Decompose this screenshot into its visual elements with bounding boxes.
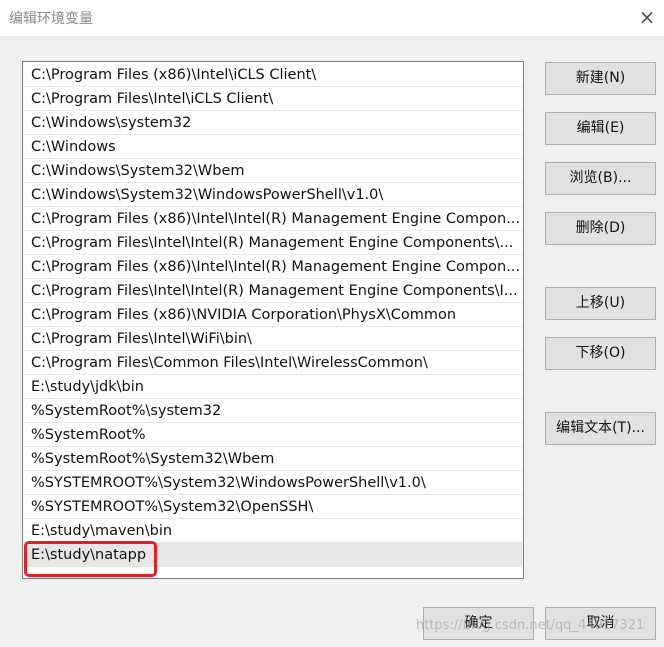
path-list[interactable]: C:\Program Files (x86)\Intel\iCLS Client… xyxy=(22,61,524,579)
path-list-item[interactable]: %SYSTEMROOT%\System32\WindowsPowerShell\… xyxy=(24,471,522,495)
move-up-button[interactable]: 上移(U) xyxy=(545,287,656,320)
path-list-item[interactable]: C:\Program Files\Intel\iCLS Client\ xyxy=(24,87,522,111)
path-list-item[interactable]: C:\Program Files\Intel\Intel(R) Manageme… xyxy=(24,231,522,255)
edit-text-button[interactable]: 编辑文本(T)... xyxy=(545,412,656,445)
browse-button[interactable]: 浏览(B)... xyxy=(545,162,656,195)
path-list-item[interactable]: C:\Program Files\Intel\Intel(R) Manageme… xyxy=(24,279,522,303)
edit-button[interactable]: 编辑(E) xyxy=(545,112,656,145)
path-list-item[interactable]: C:\Program Files\Common Files\Intel\Wire… xyxy=(24,351,522,375)
path-list-item[interactable]: C:\Program Files (x86)\NVIDIA Corporatio… xyxy=(24,303,522,327)
path-list-item[interactable]: E:\study\jdk\bin xyxy=(24,375,522,399)
path-list-item[interactable]: C:\Windows xyxy=(24,135,522,159)
path-list-item[interactable]: C:\Program Files (x86)\Intel\Intel(R) Ma… xyxy=(24,207,522,231)
path-list-item[interactable]: C:\Windows\System32\WindowsPowerShell\v1… xyxy=(24,183,522,207)
path-list-item[interactable]: C:\Windows\system32 xyxy=(24,111,522,135)
path-list-item[interactable]: E:\study\natapp xyxy=(24,543,522,567)
title-bar: 编辑环境变量 × xyxy=(0,0,664,36)
watermark: https://blog.csdn.net/qq_44917321 xyxy=(416,618,645,633)
path-list-item[interactable]: E:\study\maven\bin xyxy=(24,519,522,543)
path-list-item[interactable]: C:\Windows\System32\Wbem xyxy=(24,159,522,183)
delete-button[interactable]: 删除(D) xyxy=(545,212,656,245)
path-list-item[interactable]: %SystemRoot%\system32 xyxy=(24,399,522,423)
path-list-item[interactable]: %SystemRoot%\System32\Wbem xyxy=(24,447,522,471)
path-list-item[interactable]: C:\Program Files (x86)\Intel\iCLS Client… xyxy=(24,63,522,87)
window-title: 编辑环境变量 xyxy=(9,11,93,27)
path-list-item[interactable]: C:\Program Files (x86)\Intel\Intel(R) Ma… xyxy=(24,255,522,279)
new-button[interactable]: 新建(N) xyxy=(545,62,656,95)
close-icon[interactable]: × xyxy=(636,6,658,28)
path-list-item[interactable]: %SystemRoot% xyxy=(24,423,522,447)
path-list-item[interactable]: C:\Program Files\Intel\WiFi\bin\ xyxy=(24,327,522,351)
move-down-button[interactable]: 下移(O) xyxy=(545,337,656,370)
path-list-item[interactable]: %SYSTEMROOT%\System32\OpenSSH\ xyxy=(24,495,522,519)
